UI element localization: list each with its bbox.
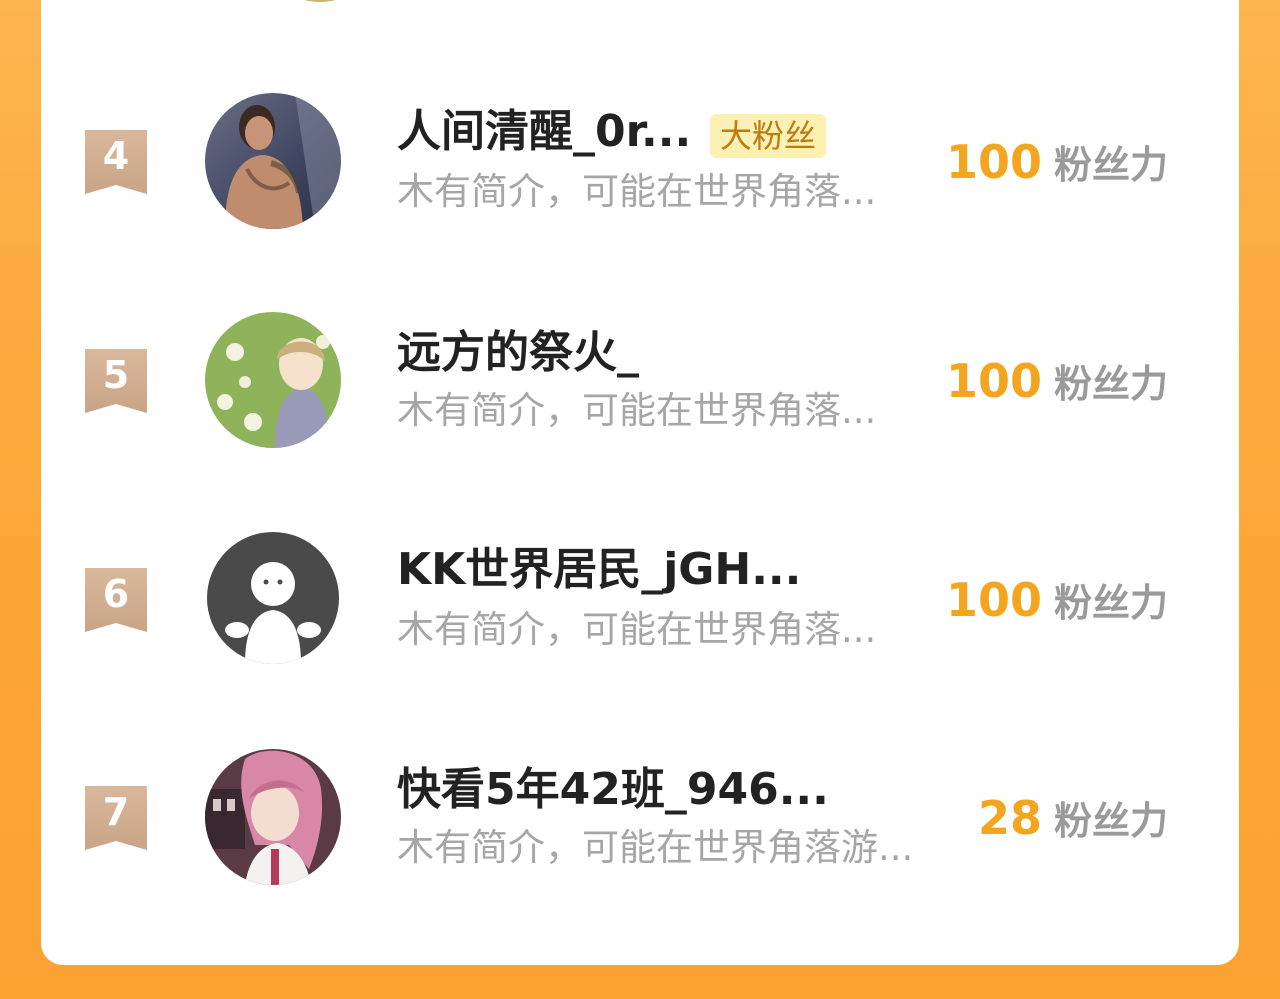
username[interactable]: KK世界居民_jGH... [397,544,801,596]
avatar[interactable] [205,749,341,885]
rank-badge: 5 [85,349,147,413]
fan-power-value: 100 [945,573,1042,627]
fan-power-unit: 粉丝力 [1053,362,1168,406]
avatar[interactable] [205,312,341,448]
intro-text: 木有简介，可能在世界角落游... [397,826,914,869]
username[interactable]: 快看5年42班_946... [397,764,829,816]
rank-badge: 7 [85,786,147,850]
rank-badge: 6 [85,568,147,632]
username[interactable]: 远方的祭火_ [397,327,639,379]
intro-text: 木有简介，可能在世界角落... [397,170,877,213]
list-item[interactable]: 5 远方的祭火_ 木有简介，可能在世界角落... 100 粉丝力 [0,311,1280,451]
username[interactable]: 人间清醒_0r... [397,106,691,158]
fan-power: 100 粉丝力 [946,574,1168,637]
fan-power-value: 100 [945,135,1042,189]
intro-text: 木有简介，可能在世界角落... [397,389,877,432]
rank-badge: 4 [85,130,147,194]
fan-power-unit: 粉丝力 [1053,143,1168,187]
avatar[interactable] [205,93,341,229]
list-item[interactable]: 4 人间清醒_0r... 大粉丝 木有简介，可能在世界角落... 100 粉丝力 [0,92,1280,232]
avatar[interactable] [259,0,381,2]
fan-power-unit: 粉丝力 [1053,581,1168,625]
list-item[interactable]: 7 快看5年42班_946... 木有简介，可能在世界角落游... 28 粉丝力 [0,748,1280,888]
intro-text: 木有简介，可能在世界角落... [397,608,877,651]
fan-power: 100 粉丝力 [946,355,1168,418]
fan-power-value: 28 [977,791,1042,845]
list-item[interactable]: 6 KK世界居民_jGH... 木有简介，可能在世界角落... 100 粉丝力 [0,530,1280,670]
fan-power: 28 粉丝力 [978,792,1168,855]
big-fan-badge: 大粉丝 [710,114,827,158]
fan-power-value: 100 [945,354,1042,408]
fan-power-unit: 粉丝力 [1053,799,1168,843]
avatar[interactable] [207,532,339,664]
fan-power: 100 粉丝力 [946,136,1168,199]
